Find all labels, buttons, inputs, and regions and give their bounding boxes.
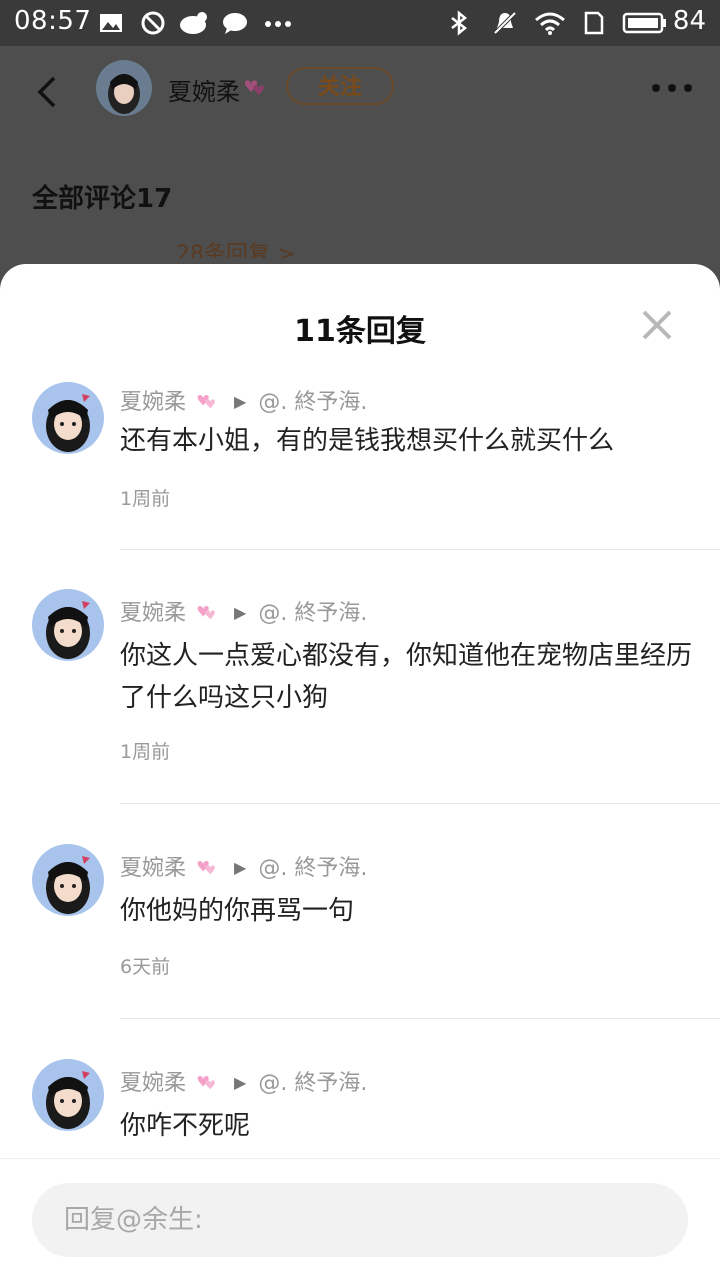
reply-text: 你他妈的你再骂一句: [120, 896, 355, 926]
back-arrow-icon[interactable]: [28, 72, 68, 112]
weibo-icon: [180, 12, 207, 34]
sender-name[interactable]: 夏婉柔: [120, 1071, 186, 1096]
reply-text: 你咋不死呢: [120, 1111, 251, 1141]
reply-time: 1周前: [120, 488, 171, 510]
close-icon[interactable]: [640, 308, 674, 342]
wifi-icon: [535, 12, 565, 35]
heart-emoji-icon: [197, 1075, 215, 1090]
reply-input[interactable]: [32, 1183, 688, 1257]
sim-card-icon: [584, 11, 604, 35]
avatar[interactable]: [32, 844, 104, 916]
reply-text: 还有本小姐，有的是钱我想买什么就买什么: [120, 426, 615, 456]
recipient-name[interactable]: @. 終予海.: [258, 856, 367, 881]
recipient-name[interactable]: @. 終予海.: [258, 601, 367, 626]
heart-emoji-icon: [197, 605, 215, 620]
status-bar: 08:57 84: [0, 0, 720, 46]
reply-item[interactable]: 夏婉柔 ▶ @. 終予海. 还有本小姐，有的是钱我想买什么就买什么 1周前: [0, 374, 720, 589]
sender-name[interactable]: 夏婉柔: [120, 390, 186, 415]
post-detail-background: 夏婉柔 关注 全部评论17 28条回复 >: [0, 46, 720, 286]
avatar[interactable]: [32, 1059, 104, 1131]
mute-icon: [493, 11, 517, 35]
reply-sender-line: 夏婉柔 ▶ @. 終予海.: [120, 850, 367, 882]
reply-item[interactable]: 夏婉柔 ▶ @. 終予海. 你他妈的你再骂一句 6天前: [0, 844, 720, 1059]
author-name[interactable]: 夏婉柔: [168, 72, 240, 107]
reply-time: 1周前: [120, 741, 171, 763]
recipient-name[interactable]: @. 終予海.: [258, 1071, 367, 1096]
reply-to-arrow-icon: ▶: [234, 1073, 247, 1092]
reply-item[interactable]: 夏婉柔 ▶ @. 終予海. 你这人一点爱心都没有，你知道他在宠物店里经历了什么吗这…: [0, 589, 720, 844]
reply-to-arrow-icon: ▶: [234, 392, 247, 411]
follow-button[interactable]: 关注: [286, 67, 394, 105]
reply-item[interactable]: 夏婉柔 ▶ @. 終予海. 你咋不死呢: [0, 1059, 720, 1156]
more-notifications-icon: [265, 21, 291, 27]
sender-name[interactable]: 夏婉柔: [120, 601, 186, 626]
divider: [120, 803, 720, 804]
replies-sheet: 11条回复 夏婉柔 ▶ @. 終予海. 还有本小姐，有的是钱我想买什么就买什么 1…: [0, 264, 720, 1280]
reply-time: 6天前: [120, 956, 171, 978]
bluetooth-icon: [451, 10, 467, 36]
heart-emoji-icon: [197, 860, 215, 875]
comments-heading: 全部评论17: [32, 184, 173, 214]
chat-bubble-icon: [223, 13, 247, 34]
sender-name[interactable]: 夏婉柔: [120, 856, 186, 881]
heart-emoji-icon: [240, 76, 266, 102]
avatar[interactable]: [32, 589, 104, 661]
reply-input-bar: [0, 1158, 720, 1281]
divider: [120, 549, 720, 550]
more-options-icon[interactable]: [650, 82, 694, 94]
reply-list[interactable]: 夏婉柔 ▶ @. 終予海. 还有本小姐，有的是钱我想买什么就买什么 1周前 夏婉柔…: [0, 374, 720, 1156]
replies-count-link[interactable]: 28条回复 >: [176, 236, 316, 258]
heart-emoji-icon: [197, 394, 215, 409]
recipient-name[interactable]: @. 終予海.: [258, 390, 367, 415]
reply-to-arrow-icon: ▶: [234, 603, 247, 622]
do-not-disturb-icon: [141, 11, 165, 35]
avatar[interactable]: [32, 382, 104, 454]
reply-sender-line: 夏婉柔 ▶ @. 終予海.: [120, 1065, 367, 1097]
reply-sender-line: 夏婉柔 ▶ @. 終予海.: [120, 595, 367, 627]
reply-text: 你这人一点爱心都没有，你知道他在宠物店里经历了什么吗这只小狗: [120, 641, 693, 713]
reply-sender-line: 夏婉柔 ▶ @. 終予海.: [120, 384, 367, 416]
author-avatar[interactable]: [96, 60, 152, 116]
reply-to-arrow-icon: ▶: [234, 858, 247, 877]
battery-level: 84: [672, 6, 706, 36]
battery-icon: [622, 12, 666, 34]
sheet-title: 11条回复: [294, 314, 426, 349]
status-time: 08:57: [14, 6, 92, 36]
divider: [120, 1018, 720, 1019]
image-icon: [100, 14, 122, 32]
